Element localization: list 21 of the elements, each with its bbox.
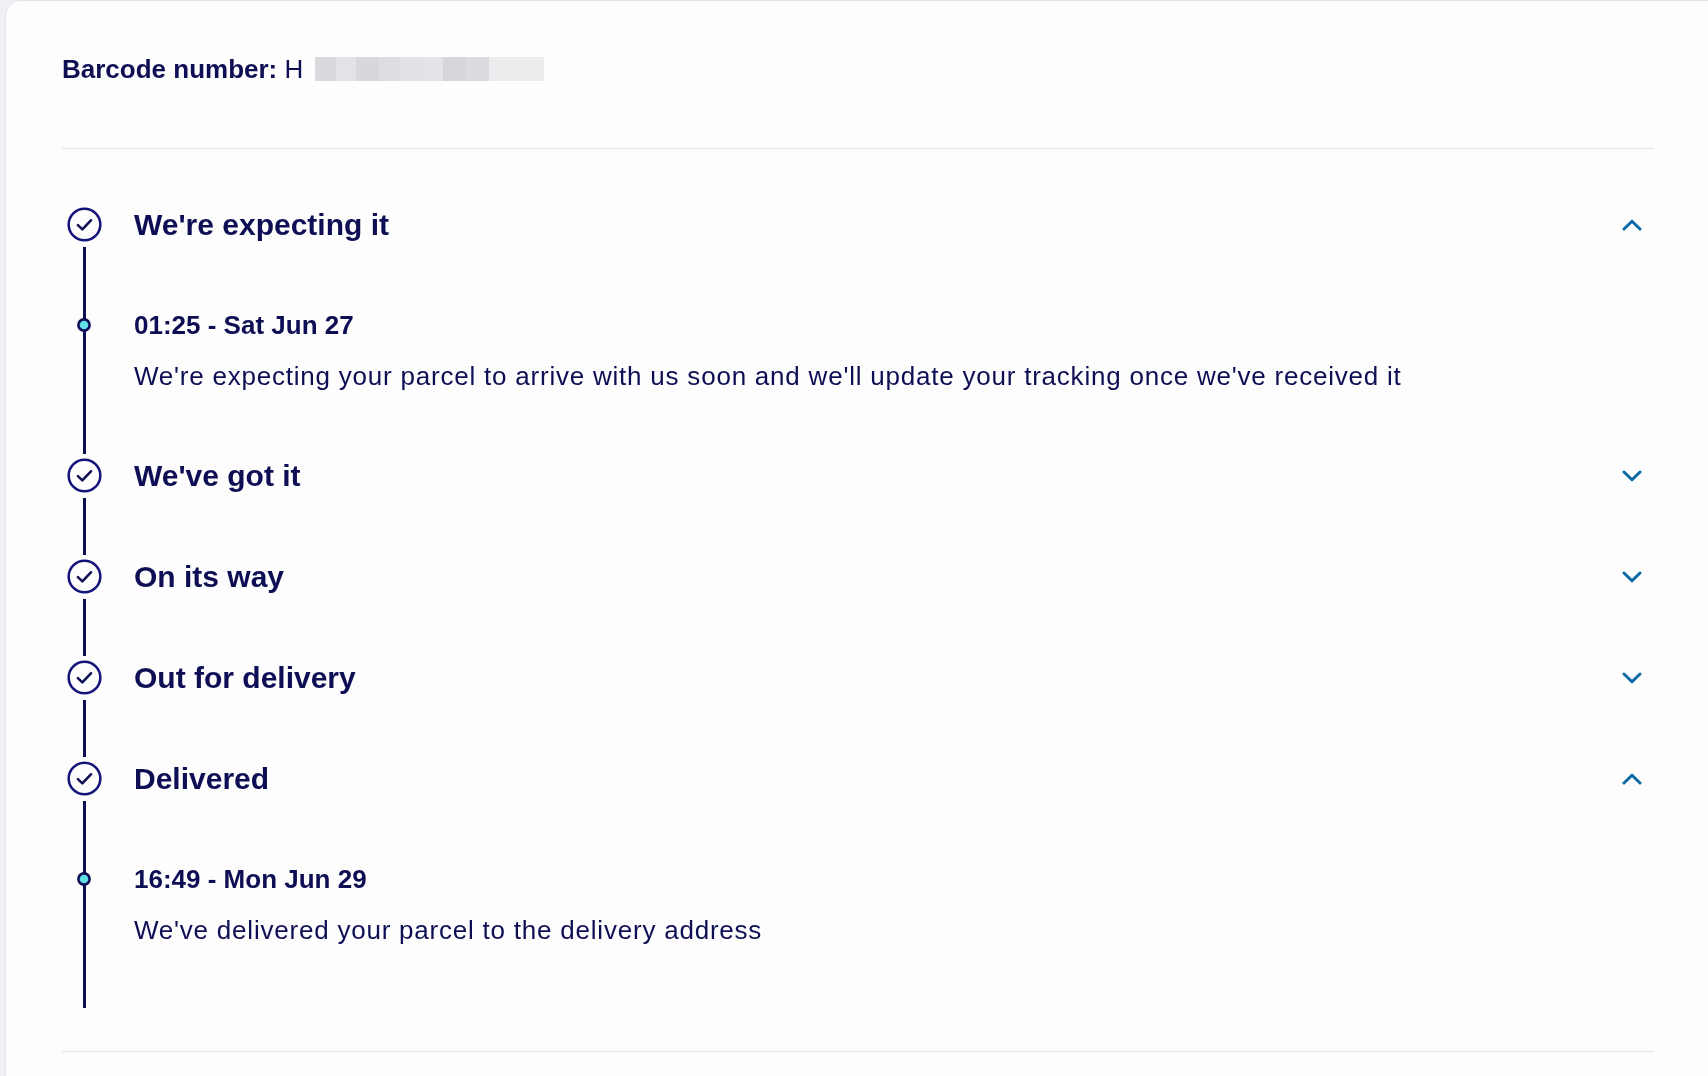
barcode-label: Barcode number: (62, 54, 278, 84)
chevron-down-icon (1622, 469, 1642, 482)
barcode-value: H (284, 54, 304, 84)
chevron-up-icon (1622, 218, 1642, 231)
step-title: We're expecting it (134, 207, 389, 242)
step-title: On its way (134, 559, 285, 594)
event-time: 01:25 - Sat Jun 27 (134, 309, 355, 341)
event-description: We're expecting your parcel to arrive with us soon and we'll update your tracking once we've received it (134, 360, 1403, 392)
timeline-connector (82, 498, 86, 555)
timeline-connector (82, 599, 86, 656)
chevron-down-icon (1622, 570, 1642, 583)
chevron-up-icon (1622, 772, 1642, 785)
event-time: 16:49 - Mon Jun 29 (134, 863, 368, 895)
step-title: We've got it (134, 458, 301, 493)
timeline-dot-icon (77, 872, 91, 886)
timeline-connector (82, 700, 86, 757)
timeline-dot-icon (77, 318, 91, 332)
step-title: Out for delivery (134, 660, 356, 695)
chevron-down-icon (1622, 671, 1642, 684)
event-description: We've delivered your parcel to the delivery address (134, 914, 764, 946)
step-title: Delivered (134, 761, 270, 796)
